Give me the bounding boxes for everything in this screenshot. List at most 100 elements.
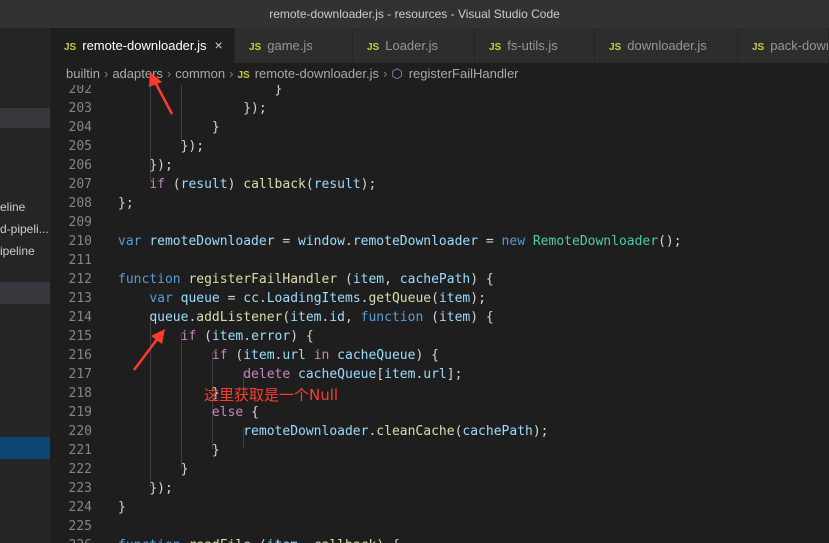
line-number: 212 [68,272,92,287]
tab-loader[interactable]: JS Loader.js [353,28,475,63]
line-number: 205 [68,139,92,154]
code-line[interactable]: 208}; [50,194,829,213]
tab-downloader[interactable]: JS downloader.js [595,28,738,63]
annotation-note: 这里获取是一个Null [204,386,339,404]
line-number: 224 [68,500,92,515]
line-number: 219 [68,405,92,420]
chevron-right-icon: › [382,66,388,81]
line-number: 226 [50,536,92,543]
js-file-icon: JS [489,42,502,53]
code-text: function readFile (item, callback) { [118,536,400,543]
code-line[interactable]: 214 queue.addListener(item.id, function … [50,308,829,327]
code-line[interactable]: 221 } [50,441,829,460]
breadcrumb-item[interactable]: registerFailHandler [409,63,519,85]
code-line[interactable]: 205 }); [50,137,829,156]
code-line[interactable]: 223 }); [50,479,829,498]
line-number: 225 [68,519,92,534]
code-line[interactable]: 225 [50,517,829,536]
red-arrow-annotation [149,72,174,115]
close-icon[interactable]: × [215,37,223,53]
code-text: var queue = cc.LoadingItems.getQueue(ite… [149,291,486,306]
code-line[interactable]: 226 function readFile (item, callback) { [50,536,829,543]
tab-label: fs-utils.js [507,38,558,53]
line-number: 204 [68,120,92,135]
red-arrow-annotation [133,329,165,371]
code-line[interactable]: 207 if (result) callback(result); [50,175,829,194]
tab-fs-utils[interactable]: JS fs-utils.js [475,28,595,63]
breadcrumb-item[interactable]: remote-downloader.js [255,63,379,85]
line-number: 218 [68,386,92,401]
code-line[interactable]: 222 } [50,460,829,479]
line-number: 223 [68,481,92,496]
code-text: }); [149,158,173,173]
code-text: if (result) callback(result); [149,177,377,192]
chevron-right-icon: › [229,66,234,81]
tab-game[interactable]: JS game.js [235,28,353,63]
window-title: remote-downloader.js - resources - Visua… [0,0,829,28]
line-number: 220 [68,424,92,439]
code-editor[interactable]: 202 } 203 }); 204 } 205 }); 206 }); 207 if (r… [50,85,829,543]
line-number: 216 [68,348,92,363]
code-text: } [211,120,220,135]
line-number: 214 [68,310,92,325]
tab-label: pack-down [770,38,829,53]
code-text: else { [211,405,259,420]
line-number: 206 [68,158,92,173]
code-text: }; [118,196,134,211]
code-text: } [180,462,189,477]
breadcrumb-item[interactable]: builtin [66,63,100,85]
explorer-sidebar: eline d-pipeli... ipeline [0,28,50,543]
js-file-icon: JS [367,42,380,53]
explorer-hover-row[interactable] [0,108,50,128]
chevron-right-icon: › [103,66,109,81]
explorer-hover-row[interactable] [0,282,50,304]
js-file-icon: JS [64,42,77,53]
js-file-icon: JS [752,42,765,53]
tab-label: downloader.js [627,38,707,53]
line-number: 213 [68,291,92,306]
line-number: 217 [68,367,92,382]
code-text: remoteDownloader.cleanCache(cachePath); [243,424,549,439]
line-number: 211 [68,253,92,268]
tab-label: remote-downloader.js [82,38,207,53]
line-number: 215 [68,329,92,344]
js-file-icon: JS [609,42,622,53]
code-text: } [211,443,220,458]
code-text: function registerFailHandler (item, cach… [118,272,494,287]
editor-tabs: JS remote-downloader.js × JS game.js JS Load… [50,28,829,63]
code-line[interactable]: 210 var remoteDownloader = window.remoteD… [50,232,829,251]
line-number: 207 [68,177,92,192]
tab-label: game.js [267,38,313,53]
tab-remote-downloader[interactable]: JS remote-downloader.js × [50,28,235,63]
cube-icon: ⬡ [391,66,403,81]
code-line[interactable]: 204 } [50,118,829,137]
code-line[interactable]: 219 else { [50,403,829,422]
line-number: 202 [68,85,92,97]
explorer-item[interactable]: eline [0,197,50,217]
code-text: }); [180,139,205,154]
tab-label: Loader.js [385,38,438,53]
code-text: queue.addListener(item.id, function (ite… [149,310,494,325]
code-line[interactable]: 206 }); [50,156,829,175]
js-file-icon: JS [249,42,262,53]
code-text: var remoteDownloader = window.remoteDown… [118,234,682,249]
line-number: 222 [68,462,92,477]
tab-pack-downloader[interactable]: JS pack-down [738,28,829,63]
code-line[interactable]: 218 } [50,384,829,403]
code-text: } [118,500,126,515]
js-file-icon: JS [237,70,250,81]
explorer-item[interactable]: d-pipeli... [0,219,50,239]
code-line[interactable]: 213 var queue = cc.LoadingItems.getQueue… [50,289,829,308]
explorer-selected-row[interactable] [0,437,50,459]
line-number: 221 [68,443,92,458]
code-line[interactable]: 209 [50,213,829,232]
code-line[interactable]: 224} [50,498,829,517]
code-line[interactable]: 211 [50,251,829,270]
line-number: 209 [68,215,92,230]
code-line[interactable]: 212 function registerFailHandler (item, c… [50,270,829,289]
code-line[interactable]: 220 remoteDownloader.cleanCache(cachePat… [50,422,829,441]
line-number: 208 [68,196,92,211]
explorer-item[interactable]: ipeline [0,241,50,261]
line-number: 203 [68,101,92,116]
line-number: 210 [68,234,92,249]
